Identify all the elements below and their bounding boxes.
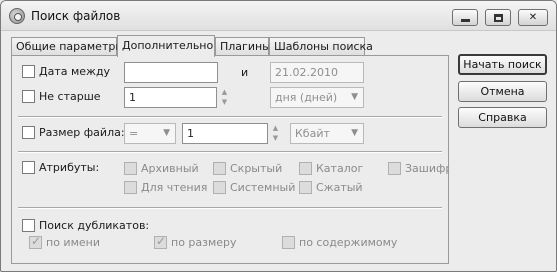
file-size-unit-select[interactable]: Кбайт ▼ <box>290 123 364 144</box>
date-to-input[interactable]: 21.02.2010 <box>270 62 364 83</box>
spin-down-icon[interactable]: ▼ <box>270 133 281 143</box>
advanced-panel: Дата между и 21.02.2010 Не старше 1 ▲ ▼ … <box>11 55 449 264</box>
separator <box>18 151 442 153</box>
close-icon: ✕ <box>528 11 538 23</box>
maximize-button[interactable] <box>485 9 511 26</box>
not-older-checkbox[interactable] <box>22 90 35 103</box>
file-size-label: Размер файла: <box>39 126 125 139</box>
attr-archive-label: Архивный <box>141 162 199 175</box>
tab-advanced[interactable]: Дополнительно <box>117 35 215 57</box>
tab-search-templates[interactable]: Шаблоны поиска <box>269 37 373 56</box>
tab-general[interactable]: Общие параметры <box>11 37 124 56</box>
file-size-operator-select[interactable]: = ▼ <box>124 123 176 144</box>
attr-compressed-label: Сжатый <box>316 181 363 194</box>
dup-by-content-label: по содержимому <box>299 236 398 249</box>
dup-by-content-checkbox[interactable] <box>282 236 295 249</box>
spin-up-icon[interactable]: ▲ <box>219 87 230 97</box>
not-older-unit-value: дня (дней) <box>275 91 338 104</box>
separator <box>18 116 442 118</box>
date-and-label: и <box>241 66 249 79</box>
search-files-dialog: Поиск файлов ✕ Общие параметры Дополните… <box>0 0 557 272</box>
find-duplicates-label: Поиск дубликатов: <box>39 219 150 232</box>
attr-encrypted-checkbox[interactable] <box>388 162 401 175</box>
spin-up-icon[interactable]: ▲ <box>270 123 281 133</box>
dup-by-name-checkbox[interactable]: ✓ <box>29 234 42 249</box>
attr-readonly-label: Для чтения <box>141 181 208 194</box>
attr-directory-checkbox[interactable] <box>299 162 312 175</box>
spin-down-icon[interactable]: ▼ <box>219 97 230 107</box>
checkmark-icon: ✓ <box>31 234 42 248</box>
chevron-down-icon: ▼ <box>163 128 170 138</box>
attr-encrypted-label: Зашифро <box>405 162 449 175</box>
dup-by-size-checkbox[interactable]: ✓ <box>154 234 167 249</box>
attributes-label: Атрибуты: <box>39 161 100 174</box>
chevron-down-icon: ▼ <box>351 128 358 138</box>
not-older-label: Не старше <box>39 90 101 103</box>
separator <box>18 207 442 209</box>
date-between-checkbox[interactable] <box>22 65 35 78</box>
not-older-value-input[interactable]: 1 <box>124 87 217 108</box>
dup-by-name-label: по имени <box>46 236 100 249</box>
app-icon <box>9 8 25 24</box>
file-size-operator-value: = <box>129 127 139 140</box>
maximize-icon <box>493 13 503 22</box>
attr-compressed-checkbox[interactable] <box>299 181 312 194</box>
file-size-spinner[interactable]: ▲ ▼ <box>270 123 281 144</box>
window-title: Поиск файлов <box>31 9 121 23</box>
minimize-button[interactable] <box>452 9 478 26</box>
checkmark-icon: ✓ <box>156 234 167 248</box>
attr-system-checkbox[interactable] <box>213 181 226 194</box>
attr-directory-label: Каталог <box>316 162 364 175</box>
attr-hidden-label: Скрытый <box>230 162 283 175</box>
file-size-unit-value: Кбайт <box>295 127 330 140</box>
attr-archive-checkbox[interactable] <box>124 162 137 175</box>
close-button[interactable]: ✕ <box>518 9 548 26</box>
tab-plugins[interactable]: Плагины <box>215 37 271 56</box>
file-size-value-input[interactable]: 1 <box>182 123 268 144</box>
attr-hidden-checkbox[interactable] <box>213 162 226 175</box>
cancel-button[interactable]: Отмена <box>458 81 547 102</box>
dup-by-size-label: по размеру <box>171 236 237 249</box>
attr-system-label: Системный <box>230 181 296 194</box>
title-bar[interactable]: Поиск файлов ✕ <box>1 1 556 31</box>
minimize-icon <box>460 19 470 22</box>
chevron-down-icon: ▼ <box>351 92 358 102</box>
attributes-checkbox[interactable] <box>22 161 35 174</box>
attr-readonly-checkbox[interactable] <box>124 181 137 194</box>
date-between-label: Дата между <box>39 65 111 78</box>
not-older-spinner[interactable]: ▲ ▼ <box>219 87 230 108</box>
help-button[interactable]: Справка <box>458 107 547 128</box>
start-search-button[interactable]: Начать поиск <box>458 54 547 75</box>
date-from-input[interactable] <box>124 62 218 83</box>
file-size-checkbox[interactable] <box>22 126 35 139</box>
find-duplicates-checkbox[interactable] <box>22 219 35 232</box>
not-older-unit-select[interactable]: дня (дней) ▼ <box>270 87 364 108</box>
